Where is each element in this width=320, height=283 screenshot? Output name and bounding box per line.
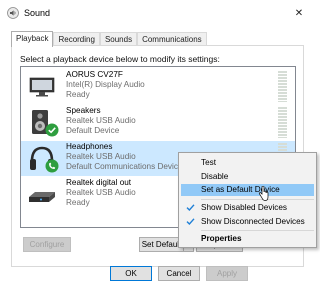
tab-recording[interactable]: Recording [53, 32, 100, 46]
level-meter [278, 71, 287, 102]
digital-out-icon [29, 192, 55, 202]
device-driver: Realtek USB Audio [66, 152, 136, 161]
ok-button[interactable]: OK [110, 266, 152, 281]
device-name: AORUS CV27F [66, 70, 123, 79]
device-status: Ready [66, 198, 90, 207]
tab-strip: Playback Recording Sounds Communications [11, 31, 207, 47]
context-menu: Test Disable Set as Default Device Show … [178, 152, 317, 248]
device-row-aorus[interactable]: AORUS CV27F Intel(R) Display Audio Ready [21, 69, 295, 104]
level-meter [278, 107, 287, 138]
menu-item-set-default-device[interactable]: Set as Default Device [181, 184, 314, 196]
sound-dialog: Sound ✕ Playback Recording Sounds Commun… [0, 0, 317, 283]
device-name: Speakers [66, 106, 101, 115]
device-status: Default Communications Device [66, 162, 183, 171]
device-driver: Realtek USB Audio [66, 188, 136, 197]
device-row-speakers[interactable]: Speakers Realtek USB Audio Default Devic… [21, 105, 295, 140]
tab-playback[interactable]: Playback [11, 31, 54, 47]
device-status: Ready [66, 90, 90, 99]
close-icon: ✕ [294, 7, 304, 19]
checkmark-icon [186, 204, 195, 212]
tab-communications[interactable]: Communications [137, 32, 207, 46]
menu-item-disable[interactable]: Disable [181, 171, 314, 183]
device-name: Headphones [66, 142, 113, 151]
device-text: Realtek digital out Realtek USB Audio Re… [66, 178, 136, 208]
monitor-icon [29, 77, 55, 97]
device-driver: Realtek USB Audio [66, 116, 136, 125]
instruction-text: Select a playback device below to modify… [20, 54, 220, 64]
menu-item-show-disconnected[interactable]: Show Disconnected Devices [181, 216, 314, 228]
menu-item-show-disabled[interactable]: Show Disabled Devices [181, 202, 314, 214]
tab-sounds[interactable]: Sounds [99, 32, 138, 46]
speaker-icon [7, 7, 19, 19]
apply-button[interactable]: Apply [206, 266, 248, 281]
menu-item-label: Show Disabled Devices [201, 203, 288, 212]
mouse-cursor-icon [258, 186, 269, 201]
cancel-button[interactable]: Cancel [158, 266, 200, 281]
device-text: Headphones Realtek USB Audio Default Com… [66, 142, 183, 172]
menu-item-properties[interactable]: Properties [181, 233, 314, 245]
menu-item-label: Show Disconnected Devices [201, 217, 305, 226]
title-bar[interactable]: Sound ✕ [0, 0, 314, 26]
menu-item-test[interactable]: Test [181, 157, 314, 169]
device-name: Realtek digital out [66, 178, 132, 187]
default-check-icon [45, 123, 59, 137]
phone-badge-icon [45, 159, 59, 173]
device-driver: Intel(R) Display Audio [66, 80, 145, 89]
device-text: AORUS CV27F Intel(R) Display Audio Ready [66, 70, 145, 100]
window-title: Sound [24, 8, 51, 18]
close-button[interactable]: ✕ [284, 0, 314, 26]
menu-separator [201, 230, 314, 231]
menu-item-label: Properties [201, 234, 242, 243]
configure-button[interactable]: Configure [23, 237, 71, 252]
device-text: Speakers Realtek USB Audio Default Devic… [66, 106, 136, 136]
menu-item-label: Disable [201, 172, 229, 181]
checkmark-icon [186, 218, 195, 226]
device-status: Default Device [66, 126, 120, 135]
menu-item-label: Test [201, 158, 217, 167]
